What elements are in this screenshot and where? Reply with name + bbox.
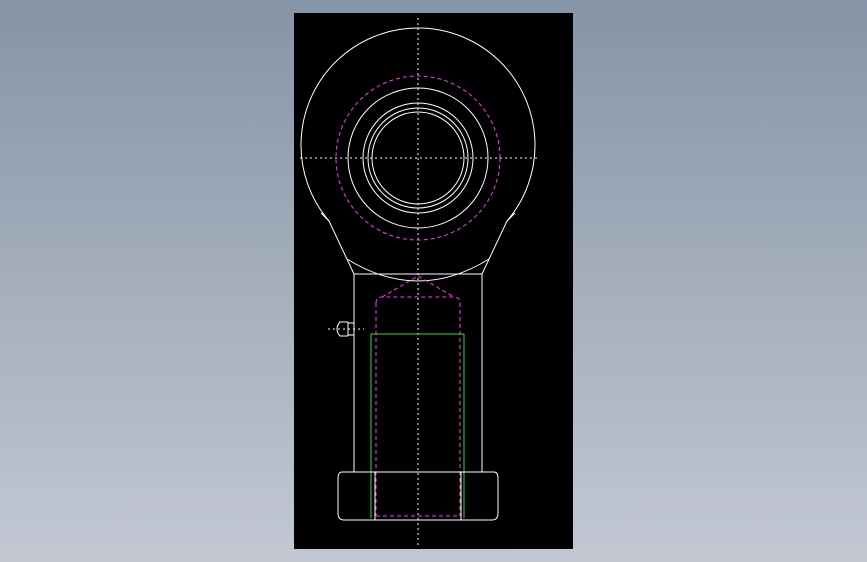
cad-viewport[interactable]	[294, 13, 573, 549]
rod-end-drawing	[300, 18, 538, 545]
head-left-flank	[328, 220, 355, 275]
thread-lines	[370, 333, 465, 518]
head-right-chamfer	[506, 212, 516, 222]
head-right-flank	[481, 220, 508, 275]
head-left-chamfer	[320, 212, 330, 222]
